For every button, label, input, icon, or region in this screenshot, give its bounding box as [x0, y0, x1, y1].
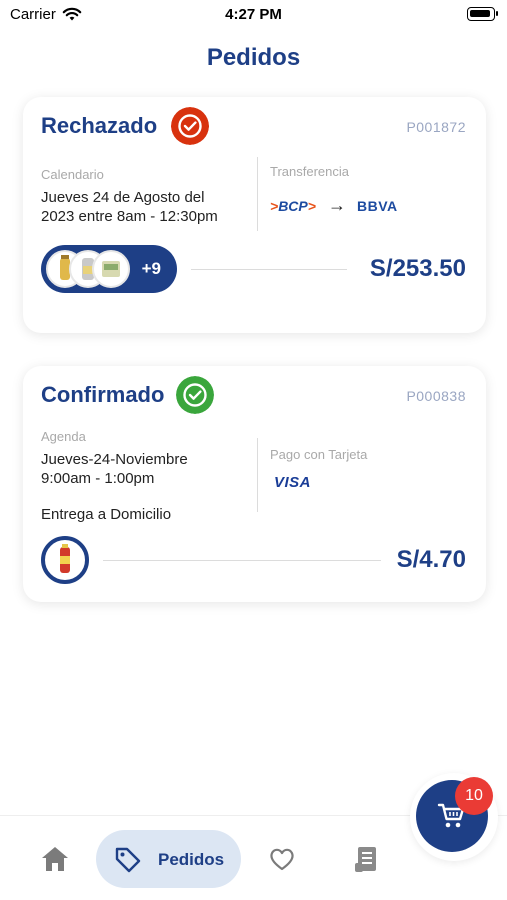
order-total: S/4.70	[396, 546, 466, 573]
battery-icon	[467, 7, 498, 21]
check-circle-icon	[171, 107, 209, 145]
delivery-method: Entrega a Domicilio	[41, 506, 172, 523]
bbva-logo: BBVA	[357, 198, 398, 214]
home-icon	[42, 847, 68, 871]
divider	[103, 560, 381, 561]
divider	[257, 438, 258, 512]
receipt-icon	[355, 847, 376, 872]
order-id: P000838	[406, 388, 466, 404]
nav-home[interactable]	[30, 830, 80, 888]
nav-receipts[interactable]	[340, 830, 390, 888]
schedule-text: Jueves 24 de Agosto del 2023 entre 8am -…	[41, 188, 218, 226]
product-thumbnail	[92, 250, 130, 288]
product-thumbnail[interactable]	[41, 536, 89, 584]
order-card[interactable]: Rechazado P001872 Calendario Jueves 24 d…	[23, 97, 486, 333]
payment-label: Transferencia	[270, 164, 349, 179]
nav-pedidos-label: Pedidos	[158, 850, 225, 869]
check-circle-icon	[176, 376, 214, 414]
payment-label: Pago con Tarjeta	[270, 447, 368, 462]
tag-icon	[115, 847, 141, 873]
divider	[257, 157, 258, 231]
arrow-right-icon: →	[328, 195, 346, 215]
schedule-line-2: 2023 entre 8am - 12:30pm	[41, 208, 218, 225]
schedule-line-1: Jueves 24 de Agosto del	[41, 189, 205, 206]
nav-favorites[interactable]	[257, 830, 307, 888]
nav-pedidos[interactable]: Pedidos	[96, 830, 241, 888]
schedule-line-1: Jueves-24-Noviembre	[41, 451, 188, 468]
schedule-line-2: 9:00am - 1:00pm	[41, 470, 155, 487]
order-id: P001872	[406, 119, 466, 135]
schedule-label: Agenda	[41, 429, 86, 444]
bcp-logo-text: BCP	[278, 198, 308, 214]
clock: 4:27 PM	[225, 6, 282, 23]
extra-items-count: +9	[141, 259, 161, 278]
bcp-logo: >BCP>	[270, 198, 316, 214]
products-preview[interactable]: +9	[41, 245, 177, 293]
status-bar: Carrier 4:27 PM	[0, 0, 507, 30]
order-card[interactable]: Confirmado P000838 Agenda Jueves-24-Novi…	[23, 366, 486, 602]
order-total: S/253.50	[369, 255, 466, 282]
cart-count-badge: 10	[455, 777, 493, 815]
schedule-label: Calendario	[41, 167, 104, 182]
order-status: Rechazado	[41, 113, 158, 138]
divider	[191, 269, 347, 270]
visa-logo: VISA	[274, 474, 312, 491]
order-status: Confirmado	[41, 382, 165, 407]
heart-icon	[270, 848, 294, 871]
schedule-text: Jueves-24-Noviembre 9:00am - 1:00pm	[41, 450, 188, 488]
page-title: Pedidos	[206, 44, 301, 71]
